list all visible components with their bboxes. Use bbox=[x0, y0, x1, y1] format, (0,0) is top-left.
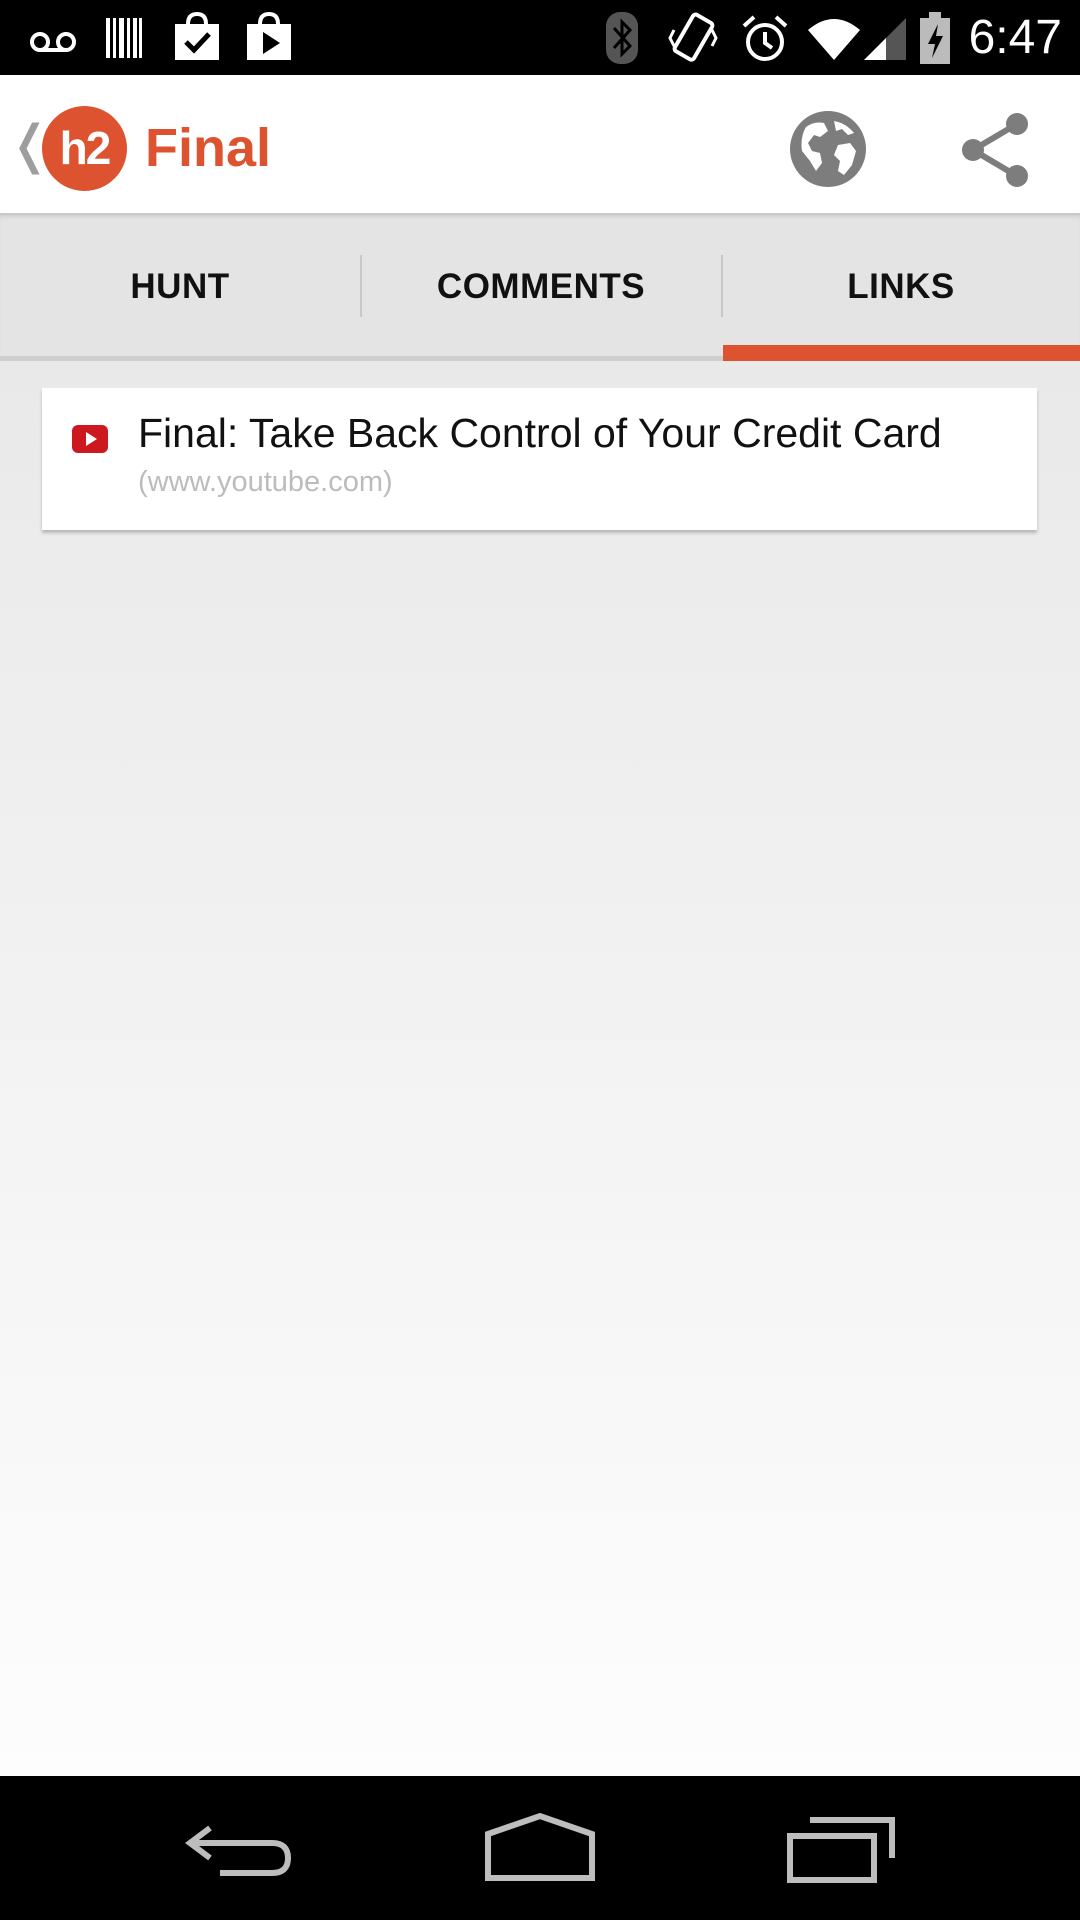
tab-selected-indicator bbox=[723, 345, 1080, 361]
bag-check-icon bbox=[175, 11, 219, 60]
recents-icon[interactable] bbox=[780, 1798, 900, 1898]
bluetooth-icon bbox=[606, 12, 638, 64]
globe-icon[interactable] bbox=[784, 105, 872, 193]
signal-icon bbox=[864, 18, 906, 60]
wifi-icon bbox=[808, 19, 860, 60]
youtube-icon bbox=[72, 425, 108, 453]
battery-charging-icon bbox=[920, 12, 950, 64]
home-icon[interactable] bbox=[480, 1798, 600, 1898]
link-title[interactable]: Final: Take Back Control of Your Credit … bbox=[138, 408, 942, 458]
tab-links[interactable]: LINKS bbox=[722, 213, 1080, 361]
app-bar: ❬ h2 Final bbox=[0, 75, 1080, 213]
list-item[interactable]: Final: Take Back Control of Your Credit … bbox=[42, 388, 1037, 530]
vibrate-icon bbox=[668, 12, 718, 62]
alarm-icon bbox=[742, 15, 788, 61]
share-icon[interactable] bbox=[955, 110, 1035, 190]
app-logo[interactable]: h2 bbox=[42, 106, 127, 191]
barcode-icon bbox=[106, 18, 142, 58]
links-list: Final: Take Back Control of Your Credit … bbox=[0, 361, 1080, 1776]
voicemail-icon bbox=[30, 32, 76, 52]
navigation-bar bbox=[0, 1776, 1080, 1920]
play-store-icon bbox=[247, 11, 291, 60]
tab-comments[interactable]: COMMENTS bbox=[361, 213, 721, 361]
link-domain: (www.youtube.com) bbox=[138, 466, 393, 498]
back-icon[interactable] bbox=[180, 1798, 300, 1898]
page-title: Final bbox=[145, 118, 272, 178]
tab-bar: HUNT COMMENTS LINKS bbox=[0, 213, 1080, 361]
status-time: 6:47 bbox=[968, 11, 1062, 64]
status-bar: 6:47 bbox=[0, 0, 1080, 75]
tab-hunt[interactable]: HUNT bbox=[0, 213, 360, 361]
